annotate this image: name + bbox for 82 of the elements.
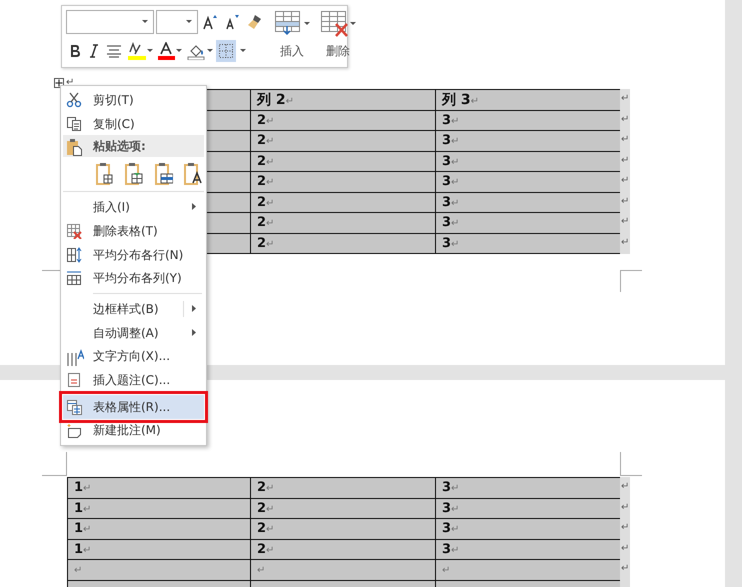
menu-item[interactable]: 文字方向(X)... (63, 344, 204, 368)
row-end-mark: ↵ (620, 130, 630, 152)
menu-item[interactable]: 表格属性(R)... (63, 394, 204, 419)
row-end-mark: ↵ (620, 192, 630, 213)
new-comment-icon (66, 422, 82, 439)
table-cell: 2↵ (250, 130, 436, 152)
highlight-color-icon[interactable] (125, 40, 155, 62)
table-cell: 3↵ (435, 212, 621, 234)
row-end-mark: ↵ (620, 477, 630, 498)
font-name-field[interactable] (66, 10, 154, 34)
menu-item[interactable]: 平均分布各列(Y) (63, 266, 204, 290)
table-cell: 3↵ (435, 110, 621, 131)
table-cell: 3↵ (435, 538, 621, 560)
menu-item[interactable]: 边框样式(B) (63, 297, 204, 321)
delete-button[interactable]: 删除 (326, 42, 350, 60)
row-end-mark: ↵ (620, 518, 630, 540)
table-cell: 1↵ (67, 477, 251, 498)
table-cell: 3↵ (435, 498, 621, 519)
paragraph-mark: ↵ (66, 78, 74, 88)
menu-item[interactable]: 插入题注(C)... (63, 368, 204, 392)
table-cell: 2↵ (250, 498, 436, 519)
row-end-mark: ↵ (620, 232, 630, 254)
table-cell: 2↵ (250, 538, 436, 560)
row-end-mark: ↵ (620, 559, 630, 580)
paste-nest-table-icon[interactable] (122, 161, 146, 188)
text-direction-icon (66, 348, 84, 366)
table-cell: 2↵ (250, 150, 436, 172)
scissors-icon (66, 92, 82, 108)
row-end-mark: ↵ (620, 89, 630, 110)
table-cell: 3↵ (435, 130, 621, 152)
menu-item[interactable]: 剪切(T) (63, 88, 204, 112)
table-cell: 2↵ (250, 171, 436, 192)
font-color-icon[interactable] (156, 40, 184, 62)
menu-item[interactable]: 新建批注(M) (63, 418, 204, 442)
table-cell: ↵ (435, 559, 621, 580)
table-properties-icon (66, 398, 82, 415)
menu-item[interactable]: 自动调整(A) (63, 320, 204, 344)
menu-section-header: 粘贴选项: (63, 135, 204, 158)
table-cell: 2↵ (250, 110, 436, 131)
table-cell: 2↵ (250, 192, 436, 213)
delete-table-icon[interactable] (318, 10, 358, 38)
copy-icon (66, 116, 82, 132)
caret-icon[interactable] (142, 20, 148, 24)
table-cell: 1↵ (67, 498, 251, 519)
table-cell: 3↵ (435, 192, 621, 213)
table-cell: 列 2↵ (250, 89, 436, 110)
menu-item[interactable]: 平均分布各行(N) (63, 242, 204, 266)
table-cell: 1↵ (67, 538, 251, 560)
caret-icon[interactable] (240, 49, 246, 53)
table-cell: 列 3↵ (435, 89, 621, 110)
row-end-mark: ↵ (620, 498, 630, 519)
row-end-mark: ↵ (620, 212, 630, 234)
table-cell: 3↵ (435, 477, 621, 498)
table-cell: 2↵ (250, 518, 436, 540)
row-end-mark: ↵ (620, 110, 630, 131)
row-end-mark: ↵ (620, 171, 630, 192)
row-end-mark: ↵ (620, 538, 630, 560)
menu-item[interactable]: 复制(C) (63, 112, 204, 136)
table-cell: 2↵ (250, 477, 436, 498)
insert-table-icon[interactable] (272, 10, 312, 38)
table-cell: 2↵ (250, 232, 436, 254)
table-cell: 3↵ (435, 150, 621, 172)
table-cell: 3↵ (435, 232, 621, 254)
table-cell: 2↵ (250, 212, 436, 234)
table-cell: 3↵ (435, 518, 621, 540)
font-size-field[interactable] (156, 10, 198, 34)
table-cell: 1↵ (67, 518, 251, 540)
table-cell: ↵ (67, 559, 251, 580)
row-end-mark: ↵ (620, 150, 630, 172)
distribute-rows-icon (66, 246, 82, 263)
delete-table-icon (66, 223, 82, 240)
caption-icon (66, 372, 82, 388)
menu-item[interactable]: 插入(I) (63, 195, 204, 220)
table-cell: 3↵ (435, 171, 621, 192)
move-handle-icon[interactable] (54, 78, 64, 88)
table-cell: ↵ (250, 559, 436, 580)
borders-icon[interactable] (216, 40, 236, 62)
insert-button[interactable]: 插入 (280, 42, 304, 60)
paste-icon (66, 138, 82, 156)
menu-item[interactable]: 删除表格(T) (63, 219, 204, 243)
distribute-columns-icon (66, 270, 82, 286)
caret-icon[interactable] (186, 20, 192, 24)
